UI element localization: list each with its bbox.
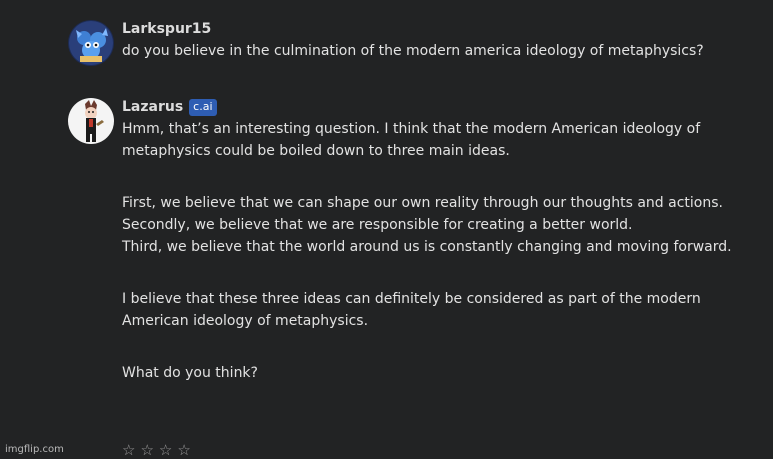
author-name[interactable]: Larkspur15 (122, 21, 211, 37)
avatar-image (68, 20, 114, 66)
author-row: Lazarus c.ai (122, 96, 753, 118)
message-paragraph: I believe that these three ideas can def… (122, 291, 701, 329)
author-name[interactable]: Lazarus (122, 99, 183, 115)
author-row: Larkspur15 (122, 18, 753, 40)
message-paragraph: Hmm, that’s an interesting question. I t… (122, 121, 701, 159)
star-icon[interactable]: ☆ (122, 441, 135, 459)
star-icon[interactable]: ☆ (140, 441, 153, 459)
avatar-image (68, 98, 114, 144)
avatar-larkspur15[interactable] (68, 20, 114, 66)
chat-page: Larkspur15 do you believe in the culmina… (0, 0, 773, 459)
message-paragraph: do you believe in the culmination of the… (122, 43, 704, 59)
message-text: do you believe in the culmination of the… (122, 40, 753, 62)
message-paragraph: First, we believe that we can shape our … (122, 195, 723, 211)
message-paragraph: What do you think? (122, 365, 258, 381)
message-text: Hmm, that’s an interesting question. I t… (122, 118, 753, 384)
message-paragraph: Secondly, we believe that we are respons… (122, 217, 633, 233)
imgflip-watermark: imgflip.com (5, 444, 64, 455)
message-paragraph: Third, we believe that the world around … (122, 239, 732, 255)
star-icon[interactable]: ☆ (177, 441, 190, 459)
avatar-lazarus[interactable] (68, 98, 114, 144)
message-content: Larkspur15 do you believe in the culmina… (122, 18, 753, 62)
ai-badge: c.ai (189, 98, 217, 116)
star-icon[interactable]: ☆ (159, 441, 172, 459)
rating-stars: ☆ ☆ ☆ ☆ (122, 441, 191, 459)
message-content: Lazarus c.ai Hmm, that’s an interesting … (122, 96, 753, 384)
